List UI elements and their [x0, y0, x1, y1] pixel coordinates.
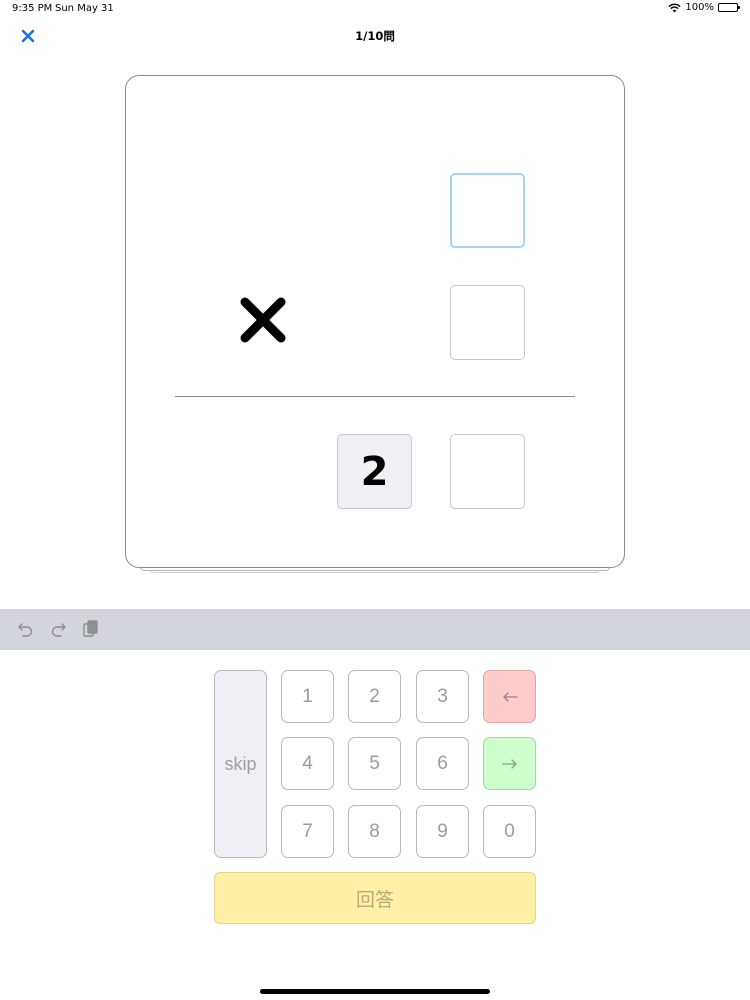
multiplier-digit-box[interactable] [450, 285, 525, 360]
key-2[interactable]: 2 [348, 670, 401, 723]
key-8[interactable]: 8 [348, 805, 401, 858]
key-6[interactable]: 6 [416, 737, 469, 790]
key-4[interactable]: 4 [281, 737, 334, 790]
key-7[interactable]: 7 [281, 805, 334, 858]
status-date: Sun May 31 [55, 3, 114, 14]
answer-ones-box[interactable] [450, 434, 525, 509]
status-right: 100% [668, 2, 740, 13]
home-indicator[interactable] [260, 989, 490, 994]
key-1[interactable]: 1 [281, 670, 334, 723]
forward-key[interactable] [483, 737, 536, 790]
battery-percent: 100% [685, 2, 714, 13]
wifi-icon [668, 3, 682, 12]
key-0[interactable]: 0 [483, 805, 536, 858]
answer-button[interactable]: 回答 [214, 872, 536, 924]
status-time: 9:35 PM [12, 3, 53, 14]
arrow-right-icon [501, 758, 517, 769]
multiply-icon [240, 297, 286, 343]
key-3[interactable]: 3 [416, 670, 469, 723]
key-9[interactable]: 9 [416, 805, 469, 858]
redo-icon[interactable] [48, 619, 68, 639]
battery-icon [718, 3, 740, 12]
undo-icon[interactable] [16, 619, 36, 639]
edit-toolbar [0, 609, 750, 650]
status-bar: 9:35 PM Sun May 31 100% [0, 0, 750, 18]
key-5[interactable]: 5 [348, 737, 401, 790]
back-key[interactable] [483, 670, 536, 723]
page-title: 1/10問 [355, 29, 395, 43]
answer-tens-box: 2 [337, 434, 412, 509]
sum-line [175, 396, 575, 397]
paste-icon[interactable] [81, 619, 101, 639]
arrow-left-icon [502, 691, 518, 702]
top-digit-box[interactable] [450, 173, 525, 248]
skip-button[interactable]: skip [214, 670, 267, 858]
